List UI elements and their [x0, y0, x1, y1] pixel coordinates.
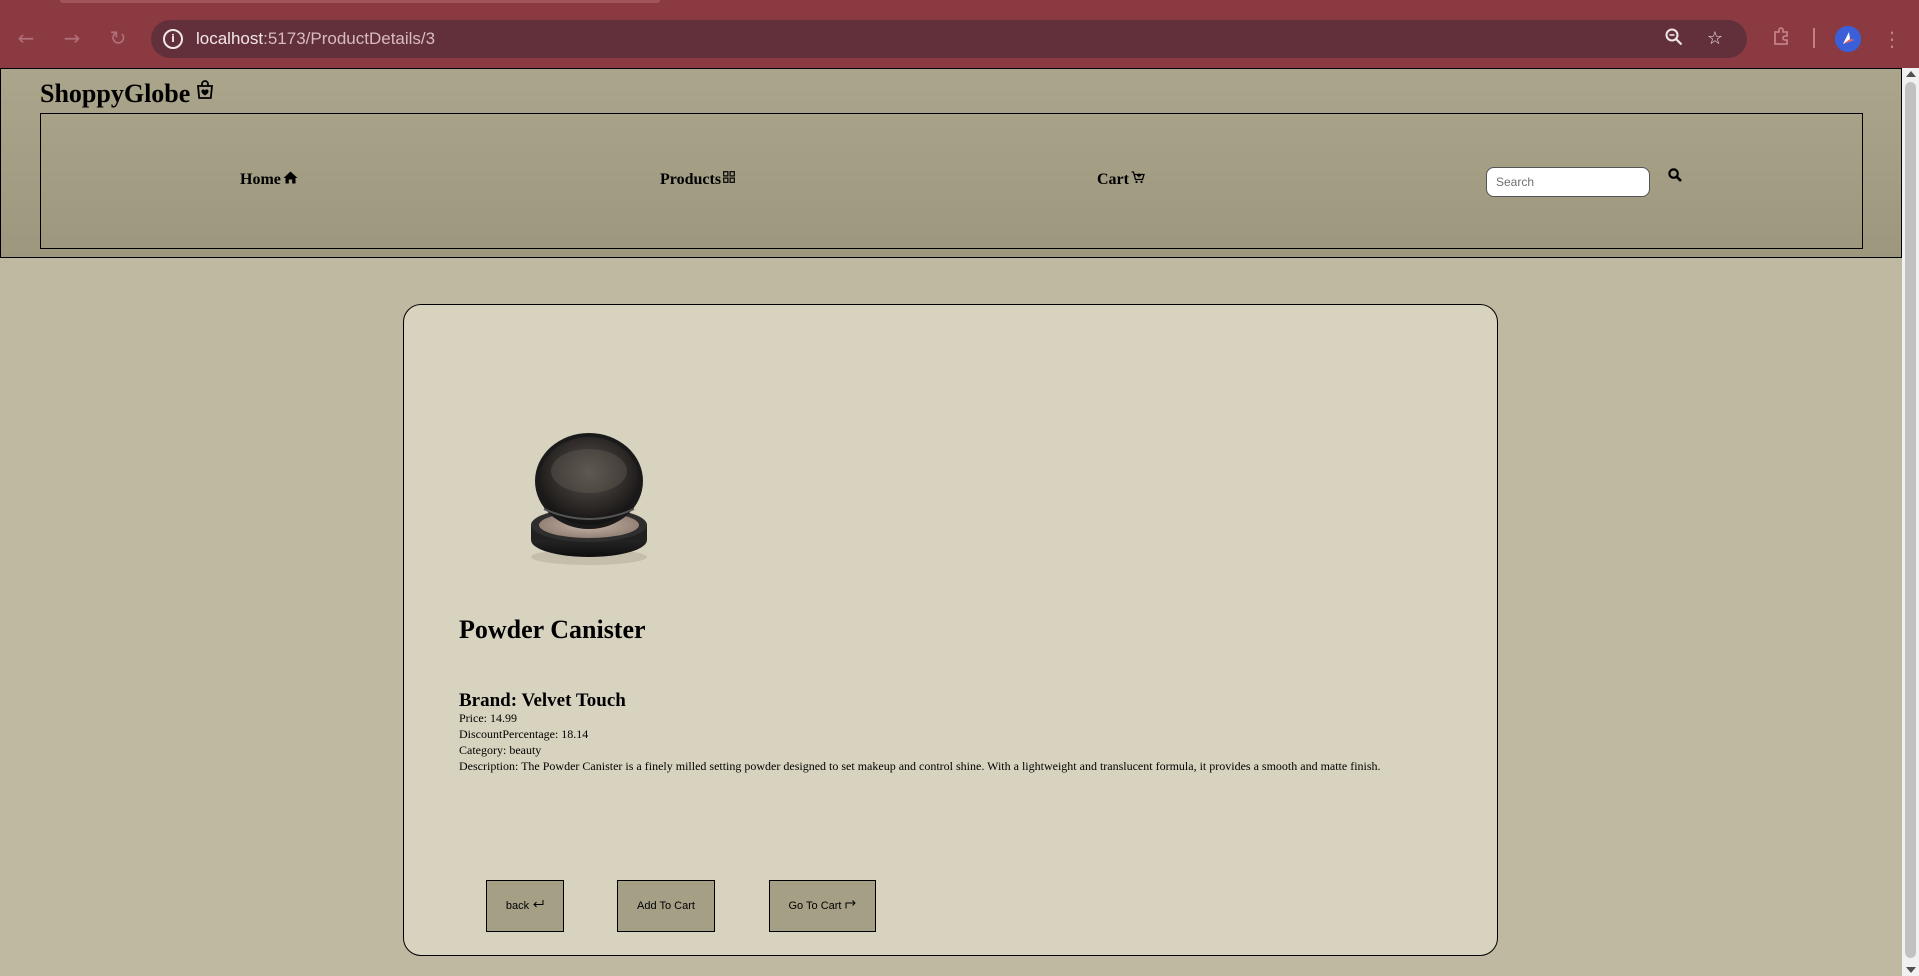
- site-info-icon[interactable]: i: [163, 29, 183, 49]
- add-to-cart-button[interactable]: Add To Cart: [617, 880, 715, 932]
- main-navbar: Home Products Cart: [40, 113, 1863, 249]
- brand-name: ShoppyGlobe: [40, 79, 191, 108]
- back-arrow-icon[interactable]: ←: [12, 24, 40, 52]
- cart-plus-icon: [1131, 170, 1145, 183]
- nav-cart-link[interactable]: Cart: [1097, 170, 1145, 189]
- active-tab[interactable]: [60, 0, 660, 3]
- product-image: [531, 433, 647, 565]
- address-bar[interactable]: i localhost:5173/ProductDetails/3 ☆: [151, 20, 1747, 58]
- nav-cart-label: Cart: [1097, 171, 1129, 188]
- brand-logo[interactable]: ShoppyGlobe: [40, 79, 216, 109]
- product-title: Powder Canister: [459, 615, 646, 644]
- site-header: ShoppyGlobe Home Products Cart: [0, 68, 1902, 258]
- url-host: localhost: [196, 29, 264, 48]
- nav-products-label: Products: [660, 171, 722, 188]
- add-to-cart-label: Add To Cart: [637, 900, 695, 912]
- home-icon: [283, 171, 298, 183]
- scroll-down-arrow-icon[interactable]: [1906, 967, 1916, 973]
- forward-turn-arrow-icon: [845, 900, 856, 909]
- page-viewport: ShoppyGlobe Home Products Cart Search Po…: [0, 68, 1919, 976]
- search-icon: [1668, 168, 1682, 182]
- grid-icon: [723, 171, 735, 183]
- product-discount: DiscountPercentage: 18.14: [459, 727, 589, 741]
- url-path: :5173/ProductDetails/3: [263, 29, 436, 48]
- scroll-up-arrow-icon[interactable]: [1906, 71, 1916, 77]
- reload-icon[interactable]: ↻: [104, 24, 132, 52]
- url-text[interactable]: localhost:5173/ProductDetails/3: [196, 29, 435, 49]
- zoom-icon[interactable]: [1663, 28, 1685, 50]
- search-input[interactable]: [1486, 167, 1650, 197]
- tab-strip: [0, 0, 1919, 6]
- kebab-menu-icon[interactable]: ⋮: [1882, 26, 1902, 52]
- nav-products-link[interactable]: Products: [660, 171, 735, 189]
- go-to-cart-label: Go To Cart: [788, 900, 842, 912]
- forward-arrow-icon[interactable]: →: [58, 24, 86, 52]
- product-description: Description: The Powder Canister is a fi…: [459, 759, 1381, 773]
- product-price: Price: 14.99: [459, 711, 517, 725]
- product-detail-card: Powder Canister Brand: Velvet Touch Pric…: [403, 304, 1498, 956]
- nav-home-label: Home: [240, 171, 281, 188]
- search-button[interactable]: [1668, 168, 1686, 186]
- profile-avatar[interactable]: [1835, 26, 1861, 52]
- back-button-label: back: [505, 900, 530, 912]
- bookmark-star-icon[interactable]: ☆: [1704, 28, 1726, 50]
- extensions-icon[interactable]: [1770, 26, 1794, 50]
- browser-chrome: ← → ↻ i localhost:5173/ProductDetails/3 …: [0, 0, 1919, 68]
- return-arrow-icon: [533, 899, 544, 907]
- nav-home-link[interactable]: Home: [240, 171, 298, 189]
- product-category: Category: beauty: [459, 743, 542, 757]
- product-brand: Brand: Velvet Touch: [459, 690, 626, 711]
- toolbar-divider: [1813, 28, 1815, 48]
- vertical-scrollbar[interactable]: [1902, 68, 1919, 976]
- go-to-cart-button[interactable]: Go To Cart: [769, 880, 876, 932]
- scrollbar-thumb[interactable]: [1905, 82, 1916, 958]
- shopping-bag-heart-icon: [197, 80, 214, 99]
- back-button[interactable]: back: [486, 880, 564, 932]
